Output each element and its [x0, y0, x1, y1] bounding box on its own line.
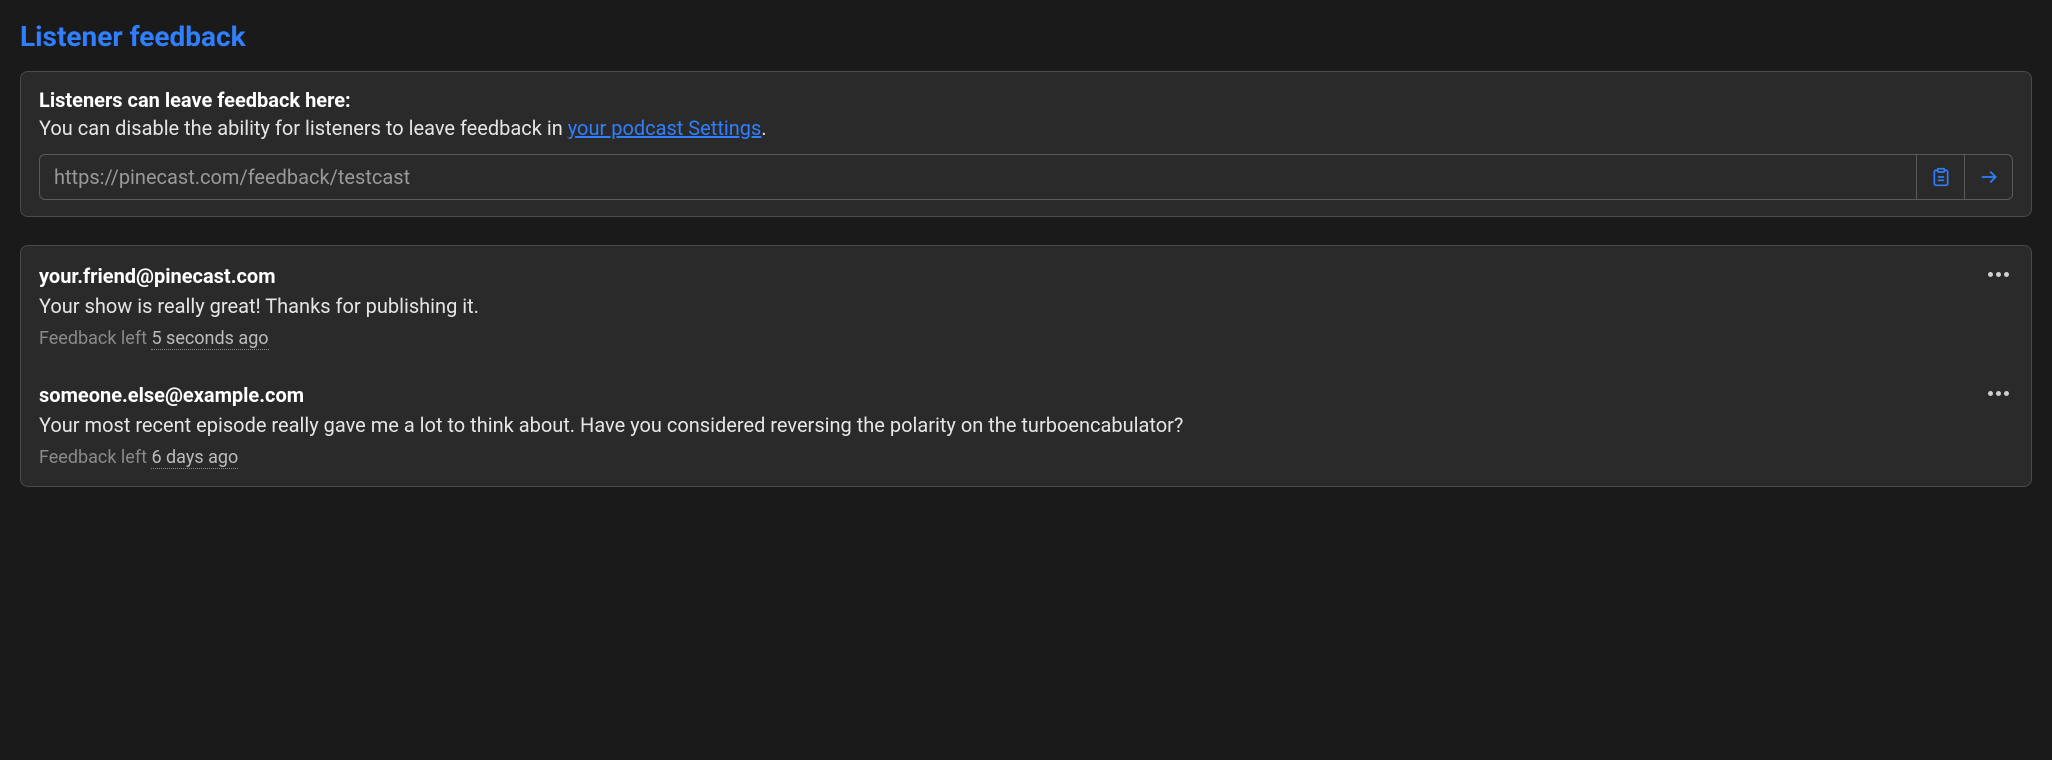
feedback-body: Your show is really great! Thanks for pu… — [39, 294, 1963, 318]
more-horizontal-icon — [1988, 272, 1993, 277]
feedback-list-card: your.friend@pinecast.com Your show is re… — [20, 245, 2032, 487]
subtext-prefix: You can disable the ability for listener… — [39, 116, 568, 140]
feedback-timestamp: Feedback left 5 seconds ago — [39, 328, 1963, 349]
feedback-body: Your most recent episode really gave me … — [39, 413, 1963, 437]
feedback-time: 5 seconds ago — [151, 328, 268, 350]
open-url-button[interactable] — [1964, 155, 2012, 199]
arrow-right-icon — [1979, 167, 1999, 187]
feedback-more-button[interactable] — [1984, 387, 2013, 400]
copy-url-button[interactable] — [1916, 155, 1964, 199]
feedback-url-subtext: You can disable the ability for listener… — [39, 116, 2013, 140]
page-title: Listener feedback — [20, 20, 2032, 53]
feedback-item: your.friend@pinecast.com Your show is re… — [39, 264, 2013, 349]
feedback-url-card: Listeners can leave feedback here: You c… — [20, 71, 2032, 217]
clipboard-icon — [1931, 167, 1951, 187]
more-horizontal-icon — [1996, 391, 2001, 396]
feedback-url-heading: Listeners can leave feedback here: — [39, 88, 2013, 112]
feedback-url-input[interactable] — [40, 155, 1916, 199]
feedback-item: someone.else@example.com Your most recen… — [39, 383, 2013, 468]
feedback-timestamp: Feedback left 6 days ago — [39, 447, 1963, 468]
feedback-email: someone.else@example.com — [39, 383, 1963, 407]
feedback-meta-prefix: Feedback left — [39, 447, 151, 468]
podcast-settings-link[interactable]: your podcast Settings — [568, 116, 762, 140]
subtext-suffix: . — [761, 116, 766, 140]
more-horizontal-icon — [1996, 272, 2001, 277]
feedback-meta-prefix: Feedback left — [39, 328, 151, 349]
more-horizontal-icon — [1988, 391, 1993, 396]
feedback-url-row — [39, 154, 2013, 200]
more-horizontal-icon — [2004, 272, 2009, 277]
feedback-time: 6 days ago — [151, 447, 238, 469]
more-horizontal-icon — [2004, 391, 2009, 396]
feedback-email: your.friend@pinecast.com — [39, 264, 1963, 288]
feedback-more-button[interactable] — [1984, 268, 2013, 281]
